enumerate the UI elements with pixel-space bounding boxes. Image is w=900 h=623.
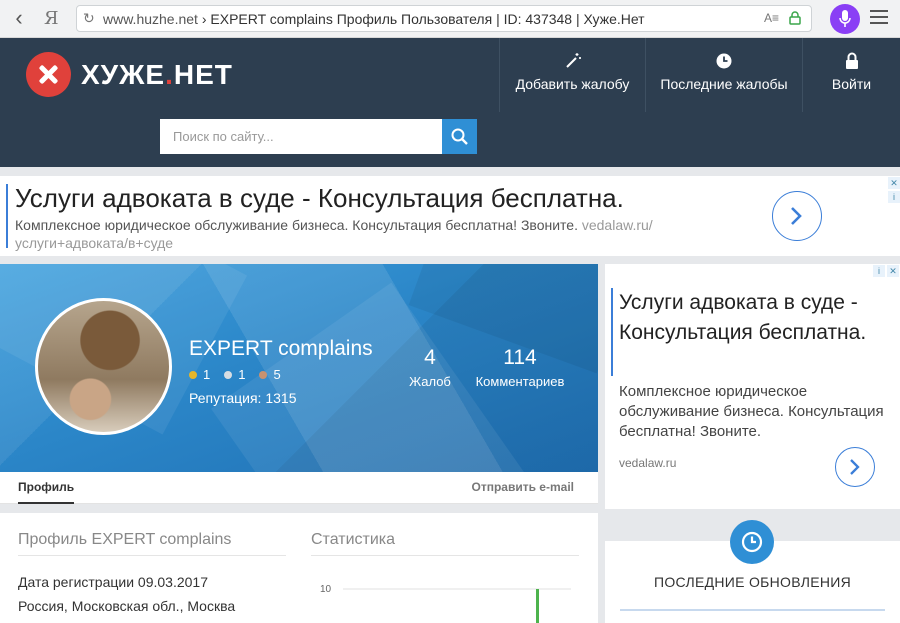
clock-icon (741, 531, 763, 553)
ad-close-icon[interactable]: ✕ (888, 177, 900, 189)
login-label: Войти (831, 76, 872, 92)
tab-send-email[interactable]: Отправить e-mail (472, 472, 575, 504)
reputation: Репутация: 1315 (189, 390, 297, 406)
ad-side-close-icon[interactable]: ✕ (887, 265, 899, 277)
stats-chart: 10 (320, 584, 571, 623)
add-complaint-label: Добавить жалобу (515, 76, 630, 92)
ad-top-desc-text: Комплексное юридическое обслуживание биз… (15, 217, 578, 233)
profile-username: EXPERT complains (189, 337, 373, 360)
section-profile-title: Профиль EXPERT complains (18, 531, 286, 556)
reader-mode-icon[interactable]: A≡ (764, 11, 779, 25)
lock-icon (789, 11, 801, 25)
back-icon[interactable]: ‹ (8, 7, 30, 29)
ad-side-info-icon[interactable]: i (873, 265, 885, 277)
menu-icon[interactable] (870, 10, 888, 26)
recent-updates-divider (620, 609, 885, 611)
ad-banner-top[interactable]: Услуги адвоката в суде - Консультация бе… (0, 176, 900, 256)
stat-complaints[interactable]: 4 Жалоб (400, 346, 460, 389)
complaints-label: Жалоб (409, 374, 451, 389)
chart-bar (536, 589, 539, 623)
section-stats-title: Статистика (311, 531, 579, 556)
silver-medal-icon (224, 370, 233, 379)
chevron-right-icon (791, 207, 802, 225)
magic-wand-icon (500, 52, 645, 74)
ad-side-accent-bar (611, 288, 613, 376)
reload-icon[interactable]: ↻ (83, 10, 99, 26)
gold-medal-icon (189, 370, 197, 379)
bronze-medal-icon (259, 370, 268, 379)
ad-top-go-button[interactable] (772, 191, 822, 241)
profile-content: Профиль EXPERT complains Статистика Дата… (0, 513, 598, 623)
logo-x-icon (26, 52, 71, 97)
ad-top-title[interactable]: Услуги адвоката в суде - Консультация бе… (15, 183, 624, 214)
yandex-home-icon[interactable]: Я (44, 8, 59, 29)
ad-side-url[interactable]: vedalaw.ru (619, 456, 676, 470)
last-complaints-label: Последние жалобы (660, 76, 788, 92)
site-search (160, 119, 477, 154)
chevron-right-icon (850, 459, 860, 475)
bronze-medal-count: 5 (273, 367, 281, 382)
stat-comments[interactable]: 114 Комментариев (466, 346, 574, 389)
site-header: ХУЖЕ.НЕТ Добавить жалобу Последние жалоб… (0, 38, 900, 167)
tab-profile[interactable]: Профиль (18, 472, 75, 504)
browser-toolbar: ‹ Я ↻ www.huzhe.net › EXPERT complains П… (0, 0, 900, 38)
gold-medal-count: 1 (203, 367, 211, 382)
url-host: www.huzhe.net (103, 11, 198, 27)
profile-banner: EXPERT complains 1 1 5 Репутация: 1315 4… (0, 264, 598, 472)
ad-accent-bar (6, 184, 8, 248)
recent-updates-title: ПОСЛЕДНИЕ ОБНОВЛЕНИЯ (653, 574, 852, 590)
url-text[interactable]: www.huzhe.net › EXPERT complains Профиль… (103, 11, 645, 27)
silver-medal: 1 (224, 367, 245, 382)
padlock-icon (803, 52, 900, 74)
chart-y-tick-label: 10 (320, 584, 332, 595)
address-bar[interactable]: ↻ www.huzhe.net › EXPERT complains Профи… (76, 5, 812, 32)
medal-counts: 1 1 5 (189, 367, 295, 382)
microphone-icon (839, 10, 851, 27)
voice-search-button[interactable] (830, 4, 860, 34)
ad-side-description: Комплексное юридическое обслуживание биз… (619, 383, 884, 440)
clock-icon (646, 52, 802, 74)
logo-suffix: НЕТ (173, 58, 233, 90)
profile-tabs: Профиль Отправить e-mail (0, 472, 598, 504)
ad-top-description: Комплексное юридическое обслуживание биз… (15, 216, 695, 252)
bronze-medal: 5 (259, 367, 281, 382)
comments-label: Комментариев (475, 374, 565, 389)
registration-date: Дата регистрации 09.03.2017 (18, 574, 208, 590)
add-complaint-button[interactable]: Добавить жалобу (499, 38, 645, 112)
ad-info-icon[interactable]: i (888, 191, 900, 203)
search-button[interactable] (442, 119, 477, 154)
user-location: Россия, Московская обл., Москва (18, 598, 236, 614)
comments-count: 114 (503, 346, 537, 369)
ad-side-go-button[interactable] (835, 447, 875, 487)
site-logo[interactable]: ХУЖЕ.НЕТ (26, 52, 233, 97)
user-avatar[interactable] (35, 298, 172, 435)
complaints-count: 4 (424, 346, 436, 369)
logo-word: ХУЖЕ (81, 58, 166, 90)
login-button[interactable]: Войти (802, 38, 900, 112)
last-complaints-button[interactable]: Последние жалобы (645, 38, 802, 112)
ad-side-title[interactable]: Услуги адвоката в суде - Консультация бе… (619, 288, 889, 348)
silver-medal-count: 1 (238, 367, 246, 382)
logo-dot: . (165, 58, 174, 90)
gold-medal: 1 (189, 367, 210, 382)
url-page-title: EXPERT complains Профиль Пользователя | … (210, 11, 645, 27)
updates-clock-badge (730, 520, 774, 564)
search-input[interactable] (160, 119, 442, 154)
search-icon (451, 128, 468, 145)
logo-text: ХУЖЕ.НЕТ (81, 59, 233, 91)
